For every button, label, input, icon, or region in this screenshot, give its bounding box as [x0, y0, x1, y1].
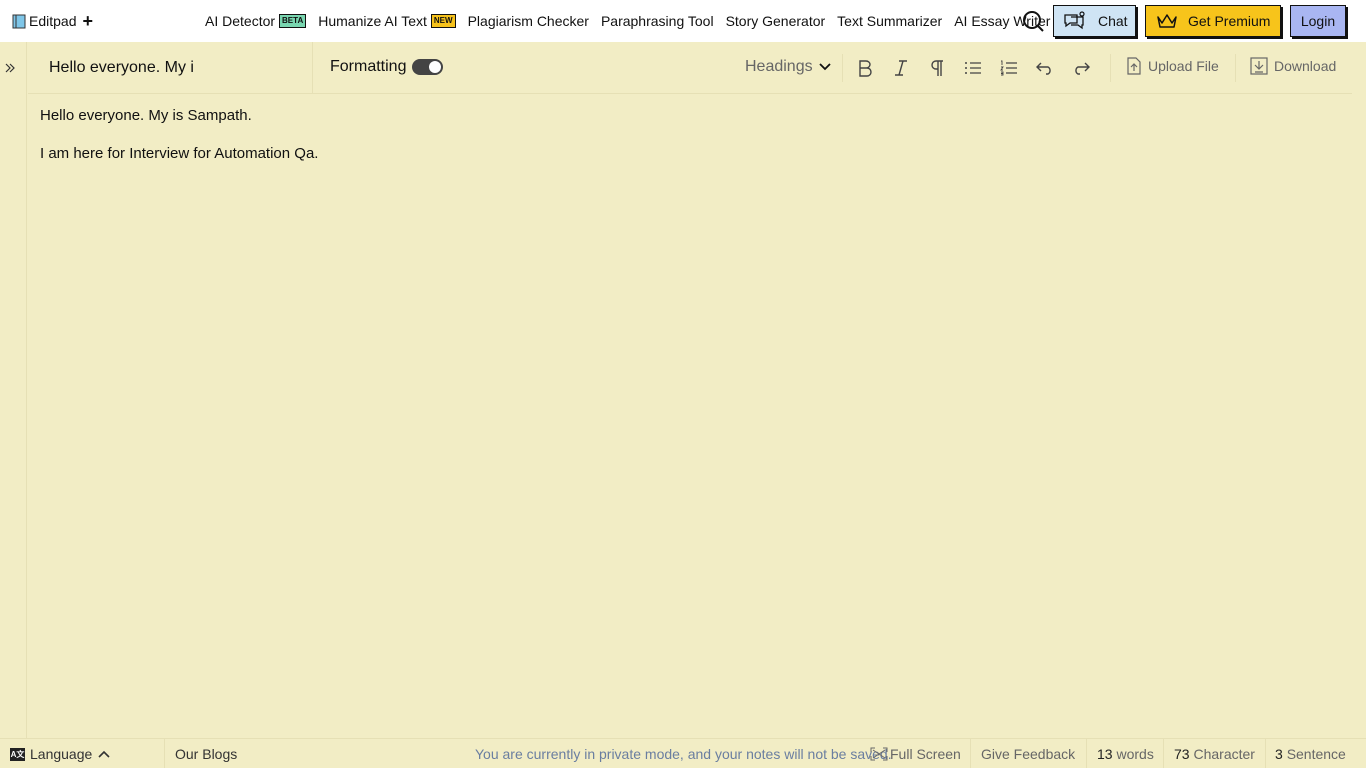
download-label: Download — [1274, 58, 1337, 74]
nav-humanize-ai-text[interactable]: Humanize AI Text NEW — [318, 13, 456, 29]
our-blogs-link[interactable]: Our Blogs — [175, 746, 237, 762]
editor-paragraph[interactable]: I am here for Interview for Automation Q… — [40, 144, 1340, 164]
double-chevron-right-icon — [5, 63, 15, 73]
word-count: 13 words — [1097, 746, 1154, 762]
toggle-knob — [429, 61, 442, 73]
sentence-count-label: Sentence — [1286, 746, 1346, 762]
language-selector[interactable]: A文 Language — [10, 746, 110, 762]
translate-icon: A文 — [10, 747, 25, 761]
upload-file-label: Upload File — [1148, 58, 1219, 74]
toolbar-divider — [842, 54, 843, 82]
premium-label: Get Premium — [1188, 13, 1271, 29]
chevron-up-icon — [98, 750, 110, 758]
notebook-icon — [12, 14, 26, 29]
toolbar-divider — [1235, 54, 1236, 82]
chat-button[interactable]: Chat — [1053, 5, 1136, 37]
footer-divider — [1163, 739, 1164, 768]
download-icon — [1250, 57, 1268, 75]
formatting-toggle[interactable] — [412, 59, 444, 75]
headings-dropdown[interactable]: Headings — [745, 58, 831, 76]
nav-plagiarism-checker[interactable]: Plagiarism Checker — [468, 13, 589, 29]
give-feedback-link[interactable]: Give Feedback — [981, 746, 1075, 762]
status-footer: A文 Language Our Blogs You are currently … — [0, 738, 1366, 768]
private-mode-message: You are currently in private mode, and y… — [475, 746, 892, 762]
chevron-down-icon — [818, 63, 831, 71]
footer-divider — [1086, 739, 1087, 768]
top-navigation-bar: Editpad + AI Detector BETA Humanize AI T… — [0, 0, 1366, 42]
logo-text: Editpad — [29, 13, 77, 29]
footer-divider — [1265, 739, 1266, 768]
note-title-input[interactable] — [28, 42, 313, 94]
formatting-toggle-group: Formatting — [330, 58, 444, 76]
main-nav: AI Detector BETA Humanize AI Text NEW Pl… — [205, 12, 1062, 30]
nav-text-summarizer[interactable]: Text Summarizer — [837, 13, 942, 29]
bullet-list-icon[interactable] — [962, 57, 984, 79]
undo-icon[interactable] — [1034, 57, 1056, 79]
upload-file-button[interactable]: Upload File — [1126, 57, 1219, 75]
language-label: Language — [30, 746, 93, 762]
crown-icon — [1157, 14, 1177, 28]
sentence-count: 3 Sentence — [1275, 746, 1346, 762]
new-badge: NEW — [430, 14, 456, 28]
download-button[interactable]: Download — [1250, 57, 1336, 75]
footer-divider — [164, 739, 165, 768]
formatting-label: Formatting — [330, 58, 407, 75]
full-screen-button[interactable]: Full Screen — [870, 746, 961, 762]
full-screen-label: Full Screen — [890, 746, 961, 762]
chat-label: Chat — [1098, 13, 1128, 29]
character-count-label: Character — [1193, 746, 1255, 762]
beta-badge: BETA — [279, 14, 307, 28]
numbered-list-icon[interactable] — [998, 57, 1020, 79]
chat-icon — [1064, 11, 1085, 30]
login-button[interactable]: Login — [1290, 5, 1346, 37]
sidebar-toggle[interactable] — [0, 42, 27, 738]
character-count: 73 Character — [1174, 746, 1255, 762]
search-icon[interactable] — [1022, 10, 1044, 32]
upload-file-icon — [1127, 57, 1141, 75]
expand-icon — [870, 747, 888, 761]
redo-icon[interactable] — [1070, 57, 1092, 79]
sentence-count-value: 3 — [1275, 746, 1283, 762]
word-count-value: 13 — [1097, 746, 1113, 762]
character-count-value: 73 — [1174, 746, 1190, 762]
italic-icon[interactable] — [890, 57, 912, 79]
nav-story-generator[interactable]: Story Generator — [726, 13, 826, 29]
plus-icon[interactable]: + — [82, 12, 93, 30]
headings-label: Headings — [745, 58, 813, 75]
word-count-label: words — [1116, 746, 1154, 762]
editor-paragraph[interactable]: Hello everyone. My is Sampath. — [40, 106, 1340, 126]
editor-toolbar: Formatting Headings Upload File Download — [28, 42, 1352, 94]
toolbar-divider — [1110, 54, 1111, 82]
nav-humanize-label: Humanize AI Text — [318, 13, 427, 29]
footer-divider — [970, 739, 971, 768]
nav-paraphrasing-tool[interactable]: Paraphrasing Tool — [601, 13, 714, 29]
nav-ai-detector-label: AI Detector — [205, 13, 276, 29]
nav-ai-detector[interactable]: AI Detector BETA — [205, 13, 307, 29]
get-premium-button[interactable]: Get Premium — [1145, 5, 1281, 37]
editpad-logo[interactable]: Editpad + — [12, 11, 93, 31]
bold-icon[interactable] — [854, 57, 876, 79]
paragraph-icon[interactable] — [926, 57, 948, 79]
editor-content[interactable]: Hello everyone. My is Sampath. I am here… — [40, 106, 1340, 182]
